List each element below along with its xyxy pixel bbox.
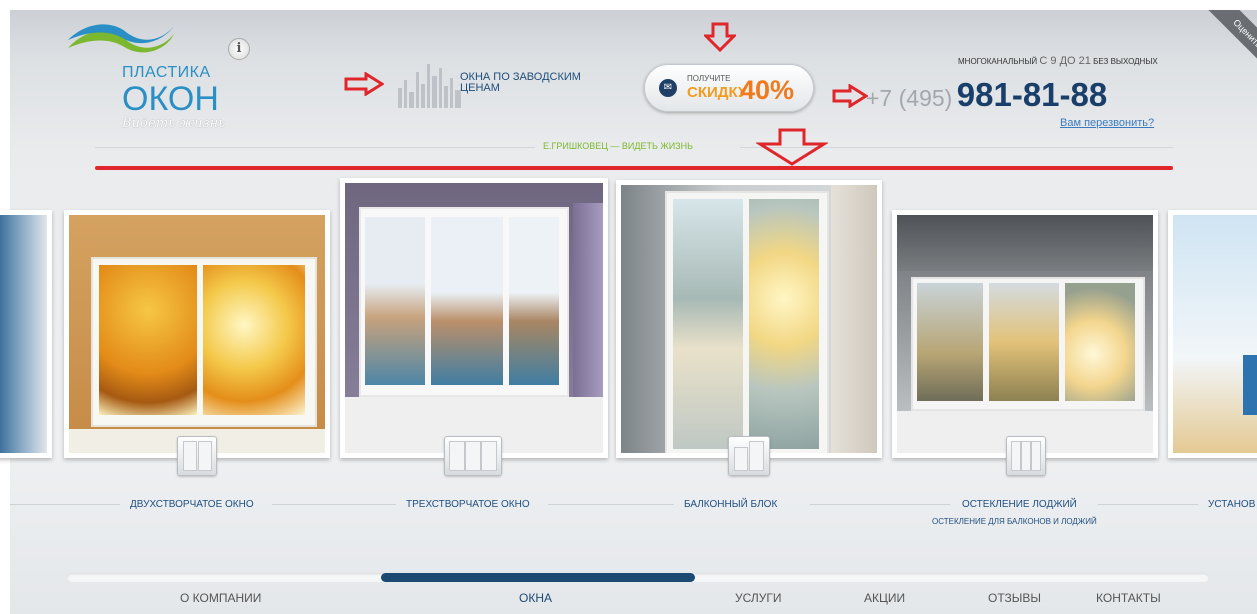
nav-item-services[interactable]: УСЛУГИ bbox=[735, 591, 782, 605]
caption-divider bbox=[10, 504, 120, 505]
red-underline bbox=[95, 166, 1173, 170]
site-logo[interactable]: ПЛАСТИКА ОКОН Видеть жизнь bbox=[66, 20, 236, 135]
nav-item-reviews[interactable]: ОТЗЫВЫ bbox=[988, 591, 1041, 605]
carousel-photo-double-window[interactable] bbox=[64, 210, 330, 458]
caption-divider bbox=[810, 504, 950, 505]
nav-item-windows[interactable]: ОКНА bbox=[519, 591, 552, 605]
caption-double-window[interactable]: ДВУХСТВОРЧАТОЕ ОКНО bbox=[130, 499, 254, 510]
nav-item-about[interactable]: О КОМПАНИИ bbox=[180, 591, 261, 605]
discount-label-small: ПОЛУЧИТЕ bbox=[687, 74, 731, 83]
caption-divider bbox=[272, 504, 396, 505]
phone-code: +7 (495) bbox=[866, 85, 953, 111]
phone-main: 981-81-88 bbox=[956, 76, 1108, 113]
red-arrow-right-icon bbox=[344, 72, 384, 96]
divider bbox=[95, 147, 535, 148]
red-arrow-down-icon bbox=[704, 22, 736, 52]
door-icon[interactable] bbox=[728, 436, 770, 476]
window-2-icon[interactable] bbox=[177, 436, 217, 476]
loggia-icon[interactable] bbox=[1006, 436, 1046, 476]
carousel-photo-triple-window[interactable] bbox=[340, 178, 608, 458]
discount-button[interactable]: ✉ ПОЛУЧИТЕ СКИДКУ 40% bbox=[644, 64, 814, 112]
caption-loggia-sub: ОСТЕКЛЕНИЕ ДЛЯ БАЛКОНОВ И ЛОДЖИЙ bbox=[932, 517, 1097, 526]
discount-label-big: СКИДКУ bbox=[687, 84, 748, 101]
carousel-photo-installation[interactable] bbox=[1168, 210, 1257, 458]
caption-triple-window[interactable]: ТРЕХСТВОРЧАТОЕ ОКНО bbox=[406, 499, 530, 510]
nav-item-contacts[interactable]: КОНТАКТЫ bbox=[1096, 591, 1161, 605]
logo-text-main: ОКОН bbox=[122, 80, 219, 118]
factory-price-link[interactable]: ОКНА ПО ЗАВОДСКИМ ЦЕНАМ bbox=[460, 72, 600, 94]
slogan: Е.ГРИШКОВЕЦ — ВИДЕТЬ ЖИЗНЬ bbox=[543, 141, 693, 151]
red-arrow-right-icon bbox=[832, 84, 868, 108]
info-icon[interactable]: i bbox=[228, 38, 250, 60]
red-arrow-down-icon bbox=[756, 128, 828, 166]
callback-link[interactable]: Вам перезвонить? bbox=[1060, 117, 1154, 129]
hours-main: С 9 ДО 21 bbox=[1039, 55, 1091, 67]
rate-site-ribbon[interactable]: Оценить сайт bbox=[1185, 10, 1257, 70]
caption-balcony-block[interactable]: БАЛКОННЫЙ БЛОК bbox=[684, 499, 777, 510]
window-3-icon[interactable] bbox=[444, 436, 502, 476]
caption-loggia[interactable]: ОСТЕКЛЕНИЕ ЛОДЖИЙ bbox=[962, 499, 1077, 510]
hours-prefix: МНОГОКАНАЛЬНЫЙ bbox=[958, 57, 1038, 66]
nav-active-indicator bbox=[381, 573, 695, 582]
caption-divider bbox=[548, 504, 674, 505]
carousel-photo-loggia[interactable] bbox=[892, 210, 1158, 458]
discount-percent: 40% bbox=[740, 75, 795, 105]
envelope-icon: ✉ bbox=[659, 79, 677, 97]
frame-top bbox=[0, 0, 1257, 10]
caption-installation[interactable]: УСТАНОВ bbox=[1208, 499, 1255, 510]
rate-site-label: Оценить сайт bbox=[1204, 10, 1257, 70]
nav-item-promotions[interactable]: АКЦИИ bbox=[864, 591, 905, 605]
phone-number[interactable]: +7 (495) 981-81-88 bbox=[866, 76, 1107, 114]
logo-wave-icon bbox=[68, 24, 174, 53]
working-hours: МНОГОКАНАЛЬНЫЙ С 9 ДО 21 БЕЗ ВЫХОДНЫХ bbox=[958, 55, 1168, 67]
caption-divider bbox=[1098, 504, 1198, 505]
carousel-photo-balcony-block[interactable] bbox=[616, 180, 882, 458]
skyline-icon[interactable] bbox=[396, 58, 466, 108]
hours-suffix: БЕЗ ВЫХОДНЫХ bbox=[1093, 57, 1158, 66]
carousel-photo-partial-left[interactable] bbox=[0, 210, 52, 458]
logo-tagline: Видеть жизнь bbox=[122, 116, 226, 131]
